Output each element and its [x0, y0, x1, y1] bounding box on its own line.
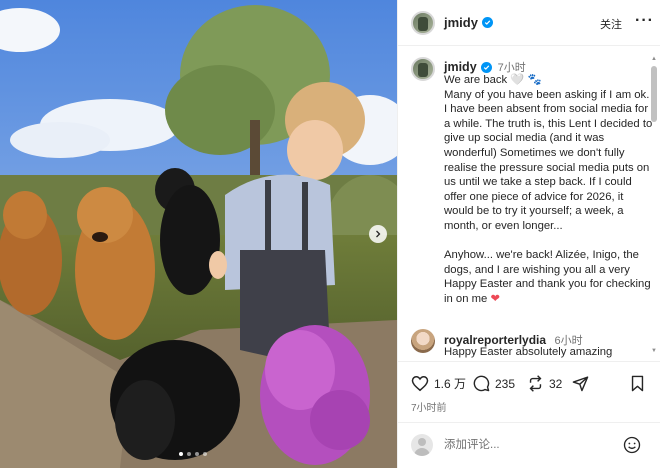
bookmark-icon	[631, 375, 644, 392]
caption-username[interactable]: jmidy	[444, 60, 477, 74]
scrollbar-thumb[interactable]	[651, 66, 657, 122]
carousel-dot	[187, 452, 191, 456]
scroll-up-icon[interactable]: ▲	[651, 56, 657, 62]
comment-bubble-icon	[473, 375, 490, 392]
chevron-right-icon	[376, 230, 381, 238]
author-username-text[interactable]: jmidy	[444, 15, 478, 30]
like-count: 1.6 万	[434, 377, 467, 391]
comments-scrollbar[interactable]: ▲ ▼	[651, 56, 657, 356]
carousel-dot	[179, 452, 183, 456]
repost-count: 32	[549, 376, 563, 391]
emoji-icon	[623, 436, 641, 454]
emoji-button[interactable]	[623, 436, 641, 459]
carousel-dot	[195, 452, 199, 456]
verified-icon	[481, 17, 493, 28]
post-detail-panel: jmidy 关注 ··· jmidy 7小时 We are back 🤍 🐾 M…	[397, 0, 660, 468]
carousel-dot	[203, 452, 207, 456]
more-options-button[interactable]: ···	[635, 12, 654, 30]
carousel-indicator	[179, 452, 207, 456]
comment-input[interactable]	[444, 436, 614, 454]
repost-button[interactable]: 32	[527, 375, 562, 392]
scroll-down-icon[interactable]: ▼	[651, 348, 657, 354]
caption-paragraph-1: Many of you have been asking if I am ok.…	[444, 88, 653, 232]
verified-icon	[480, 61, 492, 73]
paper-plane-icon	[572, 376, 589, 392]
comments-section[interactable]: jmidy 7小时 We are back 🤍 🐾 Many of you ha…	[398, 47, 660, 360]
comment-text: Happy Easter absolutely amazing photos. …	[444, 346, 613, 358]
caption-paragraph-2-text: Anyhow... we're back! Alizée, Inigo, the…	[444, 249, 651, 305]
photo-illustration	[0, 0, 397, 468]
share-button[interactable]	[572, 375, 589, 392]
save-button[interactable]	[630, 375, 645, 392]
carousel-next-button[interactable]	[369, 225, 387, 243]
like-button[interactable]: 1.6 万	[411, 375, 466, 392]
heart-icon	[411, 375, 429, 392]
heart-emoji: ❤	[490, 292, 500, 305]
caption-line-1: We are back 🤍 🐾	[444, 74, 542, 86]
author-username[interactable]: jmidy	[444, 15, 493, 30]
commenter-avatar[interactable]	[411, 329, 435, 353]
caption-paragraph-2: Anyhow... we're back! Alizée, Inigo, the…	[444, 248, 654, 306]
author-avatar[interactable]	[411, 11, 435, 35]
comment-button[interactable]: 235	[473, 375, 515, 392]
caption-author-avatar[interactable]	[411, 57, 435, 81]
comment-composer	[398, 422, 660, 468]
post-header: jmidy 关注 ···	[398, 0, 660, 46]
post-timestamp: 7小时前	[411, 403, 447, 414]
caption-text: We are back 🤍 🐾 Many of you have been as…	[444, 73, 654, 307]
post-photo[interactable]	[0, 0, 397, 468]
follow-button[interactable]: 关注	[600, 16, 622, 32]
current-user-avatar	[411, 434, 433, 456]
repost-icon	[529, 375, 542, 392]
comment-count: 235	[495, 376, 516, 391]
